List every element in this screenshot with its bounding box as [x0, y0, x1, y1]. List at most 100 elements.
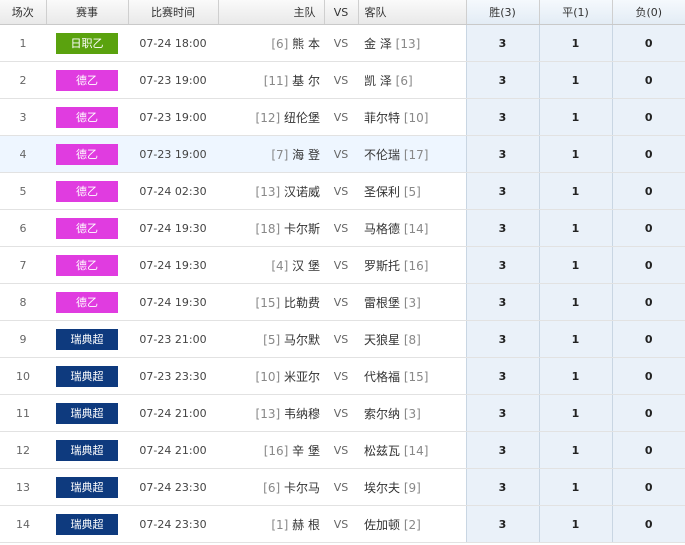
odds-win[interactable]: 3: [465, 135, 539, 173]
away-name: 凯 泽: [364, 73, 392, 88]
home-team[interactable]: [13] 汉诺威: [218, 172, 324, 210]
odds-draw[interactable]: 1: [538, 24, 612, 62]
league-badge[interactable]: 德乙: [56, 254, 118, 276]
league-badge[interactable]: 瑞典超: [56, 365, 118, 387]
odds-lose[interactable]: 0: [611, 135, 685, 173]
league-badge[interactable]: 德乙: [56, 106, 118, 128]
table-row[interactable]: 8 德乙 07-24 19:30 [15] 比勒费 VS 雷根堡 [3] 3 1 0: [0, 283, 685, 321]
league-badge[interactable]: 瑞典超: [56, 439, 118, 461]
home-team[interactable]: [11] 基 尔: [218, 61, 324, 99]
odds-lose[interactable]: 0: [611, 394, 685, 432]
league-badge[interactable]: 德乙: [56, 291, 118, 313]
away-team[interactable]: 佐加顿 [2]: [358, 505, 466, 543]
table-row[interactable]: 4 德乙 07-23 19:00 [7] 海 登 VS 不伦瑞 [17] 3 1 0: [0, 135, 685, 173]
odds-win[interactable]: 3: [465, 61, 539, 99]
home-team[interactable]: [5] 马尔默: [218, 320, 324, 358]
odds-draw[interactable]: 1: [538, 209, 612, 247]
odds-draw[interactable]: 1: [538, 394, 612, 432]
odds-win[interactable]: 3: [465, 394, 539, 432]
odds-win[interactable]: 3: [465, 320, 539, 358]
home-team[interactable]: [18] 卡尔斯: [218, 209, 324, 247]
odds-lose[interactable]: 0: [611, 172, 685, 210]
home-team[interactable]: [10] 米亚尔: [218, 357, 324, 395]
odds-draw[interactable]: 1: [538, 135, 612, 173]
odds-lose[interactable]: 0: [611, 283, 685, 321]
odds-lose[interactable]: 0: [611, 246, 685, 284]
odds-win[interactable]: 3: [465, 505, 539, 543]
table-row[interactable]: 10 瑞典超 07-23 23:30 [10] 米亚尔 VS 代格福 [15] 3 1 0: [0, 357, 685, 395]
odds-draw[interactable]: 1: [538, 505, 612, 543]
odds-draw[interactable]: 1: [538, 61, 612, 99]
odds-win[interactable]: 3: [465, 246, 539, 284]
odds-draw[interactable]: 1: [538, 320, 612, 358]
league-badge[interactable]: 瑞典超: [56, 476, 118, 498]
home-team[interactable]: [16] 辛 堡: [218, 431, 324, 469]
odds-win[interactable]: 3: [465, 98, 539, 136]
match-number: 9: [0, 320, 46, 358]
away-team[interactable]: 菲尔特 [10]: [358, 98, 466, 136]
odds-win[interactable]: 3: [465, 209, 539, 247]
table-row[interactable]: 12 瑞典超 07-24 21:00 [16] 辛 堡 VS 松兹瓦 [14] 3 1 0: [0, 431, 685, 469]
league-badge[interactable]: 德乙: [56, 69, 118, 91]
odds-lose[interactable]: 0: [611, 98, 685, 136]
home-team[interactable]: [13] 韦纳穆: [218, 394, 324, 432]
odds-lose[interactable]: 0: [611, 320, 685, 358]
odds-draw[interactable]: 1: [538, 283, 612, 321]
odds-draw[interactable]: 1: [538, 246, 612, 284]
away-team[interactable]: 雷根堡 [3]: [358, 283, 466, 321]
home-team[interactable]: [1] 赫 根: [218, 505, 324, 543]
odds-win[interactable]: 3: [465, 357, 539, 395]
odds-win[interactable]: 3: [465, 24, 539, 62]
league-badge[interactable]: 德乙: [56, 180, 118, 202]
odds-draw[interactable]: 1: [538, 468, 612, 506]
away-team[interactable]: 埃尔夫 [9]: [358, 468, 466, 506]
away-team[interactable]: 马格德 [14]: [358, 209, 466, 247]
home-team[interactable]: [7] 海 登: [218, 135, 324, 173]
odds-lose[interactable]: 0: [611, 24, 685, 62]
table-row[interactable]: 1 日职乙 07-24 18:00 [6] 熊 本 VS 金 泽 [13] 3 1 0: [0, 24, 685, 62]
table-row[interactable]: 3 德乙 07-23 19:00 [12] 纽伦堡 VS 菲尔特 [10] 3 1 0: [0, 98, 685, 136]
home-team[interactable]: [6] 熊 本: [218, 24, 324, 62]
odds-lose[interactable]: 0: [611, 209, 685, 247]
table-row[interactable]: 13 瑞典超 07-24 23:30 [6] 卡尔马 VS 埃尔夫 [9] 3 1 0: [0, 468, 685, 506]
league-badge[interactable]: 德乙: [56, 143, 118, 165]
home-team[interactable]: [4] 汉 堡: [218, 246, 324, 284]
odds-win[interactable]: 3: [465, 283, 539, 321]
odds-draw[interactable]: 1: [538, 357, 612, 395]
away-team[interactable]: 金 泽 [13]: [358, 24, 466, 62]
odds-win[interactable]: 3: [465, 468, 539, 506]
league-badge[interactable]: 瑞典超: [56, 402, 118, 424]
home-team[interactable]: [15] 比勒费: [218, 283, 324, 321]
table-row[interactable]: 7 德乙 07-24 19:30 [4] 汉 堡 VS 罗斯托 [16] 3 1 0: [0, 246, 685, 284]
away-team[interactable]: 索尔纳 [3]: [358, 394, 466, 432]
table-row[interactable]: 2 德乙 07-23 19:00 [11] 基 尔 VS 凯 泽 [6] 3 1 0: [0, 61, 685, 99]
table-row[interactable]: 9 瑞典超 07-23 21:00 [5] 马尔默 VS 天狼星 [8] 3 1 0: [0, 320, 685, 358]
home-team[interactable]: [12] 纽伦堡: [218, 98, 324, 136]
away-team[interactable]: 不伦瑞 [17]: [358, 135, 466, 173]
league-badge[interactable]: 瑞典超: [56, 328, 118, 350]
odds-lose[interactable]: 0: [611, 61, 685, 99]
odds-draw[interactable]: 1: [538, 98, 612, 136]
odds-lose[interactable]: 0: [611, 505, 685, 543]
league-badge[interactable]: 日职乙: [56, 32, 118, 54]
table-row[interactable]: 6 德乙 07-24 19:30 [18] 卡尔斯 VS 马格德 [14] 3 1 0: [0, 209, 685, 247]
odds-draw[interactable]: 1: [538, 431, 612, 469]
away-team[interactable]: 天狼星 [8]: [358, 320, 466, 358]
table-row[interactable]: 5 德乙 07-24 02:30 [13] 汉诺威 VS 圣保利 [5] 3 1 0: [0, 172, 685, 210]
away-team[interactable]: 圣保利 [5]: [358, 172, 466, 210]
away-team[interactable]: 代格福 [15]: [358, 357, 466, 395]
away-team[interactable]: 罗斯托 [16]: [358, 246, 466, 284]
league-badge[interactable]: 瑞典超: [56, 513, 118, 535]
away-team[interactable]: 松兹瓦 [14]: [358, 431, 466, 469]
odds-win[interactable]: 3: [465, 172, 539, 210]
league-badge[interactable]: 德乙: [56, 217, 118, 239]
odds-lose[interactable]: 0: [611, 468, 685, 506]
table-row[interactable]: 14 瑞典超 07-24 23:30 [1] 赫 根 VS 佐加顿 [2] 3 1 0: [0, 505, 685, 543]
away-team[interactable]: 凯 泽 [6]: [358, 61, 466, 99]
odds-lose[interactable]: 0: [611, 431, 685, 469]
table-row[interactable]: 11 瑞典超 07-24 21:00 [13] 韦纳穆 VS 索尔纳 [3] 3 1 0: [0, 394, 685, 432]
odds-draw[interactable]: 1: [538, 172, 612, 210]
home-team[interactable]: [6] 卡尔马: [218, 468, 324, 506]
odds-win[interactable]: 3: [465, 431, 539, 469]
odds-lose[interactable]: 0: [611, 357, 685, 395]
